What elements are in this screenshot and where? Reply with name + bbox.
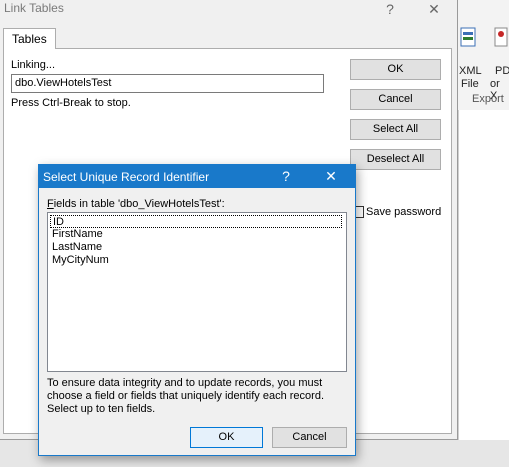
fields-listbox[interactable]: ID FirstName LastName MyCityNum: [47, 212, 347, 372]
help-icon[interactable]: ?: [274, 167, 298, 186]
background-ribbon: XML File PD or X Export: [458, 0, 509, 110]
status-text: Press Ctrl-Break to stop.: [11, 97, 131, 109]
ok-button[interactable]: OK: [350, 59, 441, 80]
save-password-label[interactable]: Save password: [366, 206, 441, 218]
fields-label-accelerator: F: [47, 198, 54, 210]
cancel-button[interactable]: Cancel: [272, 427, 347, 448]
dialog-title: Link Tables: [4, 1, 64, 15]
fields-label-text: ields in table 'dbo_ViewHotelsTest':: [53, 198, 225, 210]
ok-button[interactable]: OK: [190, 427, 263, 448]
ribbon-pdf-label-1[interactable]: PD: [495, 65, 509, 77]
list-item[interactable]: MyCityNum: [50, 254, 111, 267]
close-icon[interactable]: ✕: [319, 167, 343, 186]
cancel-button[interactable]: Cancel: [350, 89, 441, 110]
tab-tables[interactable]: Tables: [3, 28, 56, 49]
ribbon-xml-label-1[interactable]: XML: [459, 65, 482, 77]
background-workspace: [458, 110, 509, 467]
linking-table-field: dbo.ViewHotelsTest: [11, 74, 324, 93]
instructions-text: To ensure data integrity and to update r…: [47, 377, 324, 415]
close-icon[interactable]: ✕: [423, 0, 445, 20]
xml-file-icon: [460, 27, 476, 47]
list-item[interactable]: FirstName: [50, 228, 105, 241]
help-icon[interactable]: ?: [379, 0, 401, 20]
linking-label: Linking...: [11, 59, 56, 71]
ribbon-group-export: Export: [472, 93, 504, 105]
dialog-title: Select Unique Record Identifier: [43, 170, 210, 184]
deselect-all-button[interactable]: Deselect All: [350, 149, 441, 170]
ribbon-xml-label-2[interactable]: File: [461, 78, 479, 90]
fields-label: Fields in table 'dbo_ViewHotelsTest':: [47, 198, 225, 210]
list-item[interactable]: LastName: [50, 241, 104, 254]
list-item[interactable]: ID: [50, 215, 342, 228]
select-unique-record-identifier-dialog: Select Unique Record Identifier ? ✕ Fiel…: [38, 164, 356, 456]
select-all-button[interactable]: Select All: [350, 119, 441, 140]
pdf-icon: [494, 27, 508, 47]
dialog-titlebar: Select Unique Record Identifier ? ✕: [39, 165, 355, 188]
